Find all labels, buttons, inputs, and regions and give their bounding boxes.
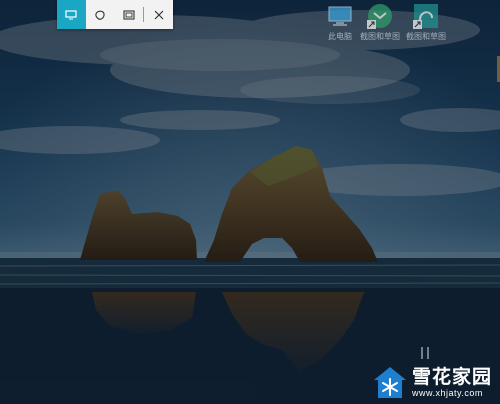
snowflake-house-logo: [374, 366, 406, 398]
snip-toolbar: [57, 0, 173, 29]
watermark-url: www.xhjaty.com: [412, 388, 483, 398]
desktop-icon-snip-sketch[interactable]: 截图和草图: [404, 2, 448, 44]
snip-app-icon: [367, 4, 392, 29]
desktop-icon-this-pc[interactable]: 此电脑: [318, 2, 362, 44]
desktop-icon-label: 截图和草图: [406, 32, 446, 41]
freeform-icon: [95, 10, 105, 20]
wallpaper-scene: [0, 0, 500, 404]
watermark-title: 雪花家园: [412, 366, 493, 388]
rectangle-snip-button[interactable]: [57, 0, 86, 29]
snip-sketch-icon: [413, 4, 438, 29]
fullscreen-snip-button[interactable]: [115, 0, 144, 29]
close-icon: [154, 10, 164, 19]
desktop-icon-label: 截图和草图: [360, 32, 400, 41]
desktop-icon-label: 此电脑: [328, 32, 352, 41]
crosshair-icon: [421, 347, 429, 359]
freeform-snip-button[interactable]: [86, 0, 115, 29]
desktop-icon-snip-app[interactable]: 截图和草图: [358, 2, 402, 44]
close-button[interactable]: [144, 0, 173, 29]
site-watermark: 雪花家园 www.xhjaty.com: [372, 361, 500, 404]
computer-icon: [328, 6, 352, 26]
rectangle-icon: [65, 9, 77, 19]
desktop-background: 此电脑 截图和草图 截图和草图 雪花家园 www.xhjaty.com: [0, 0, 500, 404]
fullscreen-icon: [123, 9, 135, 20]
